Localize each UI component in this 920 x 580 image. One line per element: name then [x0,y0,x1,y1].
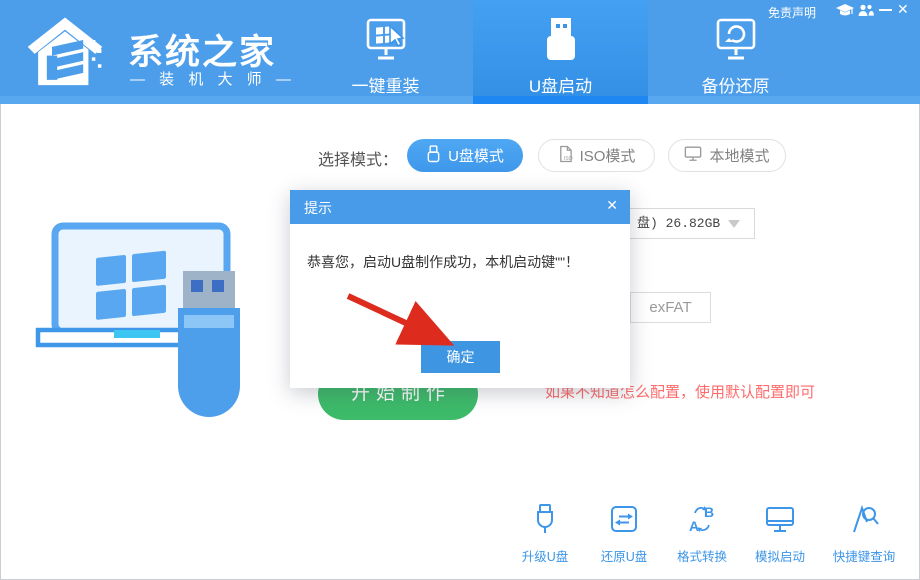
mode-option-label: U盘模式 [448,145,504,166]
usb-drive-icon [535,14,587,71]
app-logo: 系统之家 — 装 机 大 师 — [26,8,286,98]
tool-label: 还原U盘 [579,546,669,565]
dialog-ok-button[interactable]: 确定 [421,341,500,373]
svg-text:ISO: ISO [563,156,572,162]
mode-option-local[interactable]: 本地模式 [668,139,786,172]
active-tab-strip [473,96,648,104]
tab-label: 备份还原 [648,72,823,97]
minimize-button[interactable] [879,9,892,11]
graduation-cap-icon[interactable] [836,4,854,18]
tool-upgrade-usb[interactable]: 升级U盘 [500,503,590,565]
tab-label: U盘启动 [473,72,648,97]
monitor-windows-cursor-icon [360,14,412,71]
tool-label: 格式转换 [657,546,747,565]
app-window: 系统之家 — 装 机 大 师 — 一键重装 [0,0,920,580]
format-select[interactable]: exFAT [630,292,711,323]
mode-option-usb[interactable]: U盘模式 [407,139,523,172]
mode-option-label: 本地模式 [709,145,769,166]
tab-usb-boot[interactable]: U盘启动 [473,0,648,104]
tab-label: 一键重装 [298,72,473,97]
tool-hotkey-search[interactable]: 快捷键查询 [819,503,909,565]
header: 系统之家 — 装 机 大 师 — 一键重装 [0,0,920,104]
mode-option-label: ISO模式 [580,145,636,166]
tool-label: 模拟启动 [735,546,825,565]
tab-one-key-reinstall[interactable]: 一键重装 [298,0,473,104]
monitor-restore-icon [710,14,762,71]
svg-text:A: A [689,518,699,534]
logo-subtitle: — 装 机 大 师 — [130,68,296,89]
close-button[interactable]: ✕ [897,1,909,18]
mode-option-iso[interactable]: ISO ISO模式 [538,139,655,172]
header-bottom-strip [0,96,920,104]
monitor-boot-icon [764,522,796,539]
tool-format-convert[interactable]: A B 格式转换 [657,503,747,565]
disclaimer-link[interactable]: 免责声明 [768,4,816,21]
tool-simulate-boot[interactable]: 模拟启动 [735,503,825,565]
monitor-icon [684,145,702,166]
tool-label: 升级U盘 [500,546,590,565]
format-convert-icon: A B [687,522,717,539]
mode-select-label: 选择模式： [318,146,398,170]
usb-icon [426,145,441,167]
dialog-titlebar: 提示 ✕ [290,190,630,224]
laptop-usb-illustration [30,212,260,422]
users-icon[interactable] [858,4,876,18]
dialog-message: 恭喜您，启动U盘制作成功，本机启动键""！ [307,252,617,272]
restore-square-icon [609,522,639,539]
iso-file-icon: ISO [558,145,573,167]
usb-plug-icon [530,522,560,539]
svg-text:B: B [704,504,714,520]
dialog-close-icon[interactable]: ✕ [606,197,618,214]
chevron-down-icon [728,220,740,228]
tool-label: 快捷键查询 [819,546,909,565]
message-dialog: 提示 ✕ 恭喜您，启动U盘制作成功，本机启动键""！ 确定 [290,190,630,388]
dialog-title: 提示 [304,198,332,218]
hotkey-search-icon [848,522,880,539]
tool-restore-usb[interactable]: 还原U盘 [579,503,669,565]
